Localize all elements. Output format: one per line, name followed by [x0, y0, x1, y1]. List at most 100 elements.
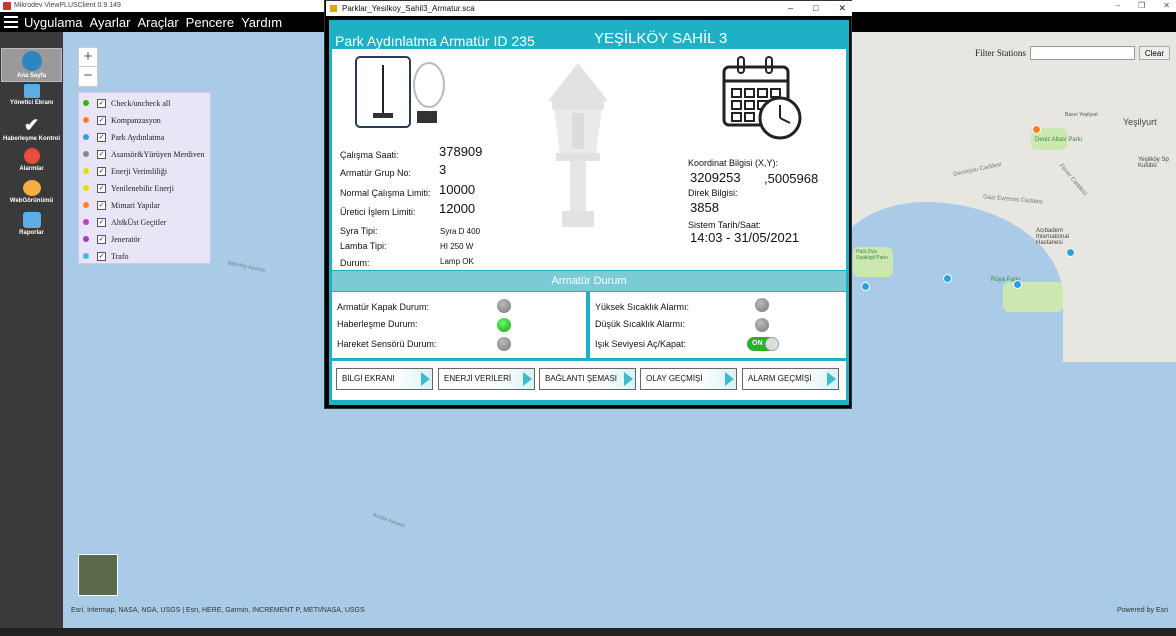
layer-item[interactable]: ✓ Yenilenebilir Enerji	[79, 180, 212, 196]
filter-label: Filter Stations	[975, 48, 1026, 58]
direk-label: Direk Bilgisi:	[688, 188, 738, 198]
enerji-verileri-button[interactable]: ENERJİ VERİLERİ	[438, 368, 535, 390]
dialog-title-bar: Parklar_Yesilkoy_Sahil3_Armatur.sca – □ …	[326, 1, 852, 16]
zoom-out-button[interactable]: −	[79, 67, 97, 86]
layer-item[interactable]: ✓ Alt&Üst Geçitler	[79, 214, 212, 230]
hamburger-menu-icon[interactable]	[4, 16, 18, 28]
map-marker-park-aydinlatma[interactable]	[861, 282, 870, 291]
isik-seviyesi-toggle[interactable]: ON	[747, 337, 779, 351]
haberlesme-durum-label: Haberleşme Durum:	[337, 319, 418, 329]
syra-tipi-label: Syra Tipi:	[340, 226, 378, 236]
layer-label: Yenilenebilir Enerji	[111, 183, 174, 193]
layer-checkbox[interactable]: ✓	[97, 217, 106, 227]
siren-icon	[23, 148, 40, 164]
layer-item[interactable]: ✓ Jeneratör	[79, 231, 212, 247]
layer-marker-icon	[83, 202, 89, 208]
globe-icon	[21, 51, 42, 71]
sidebar-label: Raporlar	[19, 230, 44, 236]
minimize-icon[interactable]: –	[1116, 0, 1120, 12]
layer-item[interactable]: ✓ Check/uncheck all	[79, 95, 212, 111]
maximize-icon[interactable]: □	[813, 1, 818, 16]
layer-checkbox[interactable]: ✓	[97, 166, 106, 176]
minimize-icon[interactable]: –	[788, 1, 793, 16]
layer-checkbox[interactable]: ✓	[97, 149, 106, 159]
layer-checkbox[interactable]: ✓	[97, 98, 106, 108]
armatur-dialog: Parklar_Yesilkoy_Sahil3_Armatur.sca – □ …	[324, 0, 852, 409]
hareket-sensoru-label: Hareket Sensörü Durum:	[337, 339, 437, 349]
menu-item-pencere[interactable]: Pencere	[186, 15, 234, 30]
dialog-body: Park Aydınlatma Armatür ID 235 YEŞİLKÖY …	[329, 20, 849, 405]
close-icon[interactable]: ✕	[838, 1, 846, 16]
zoom-control: + −	[78, 47, 98, 87]
map-marker-park-aydinlatma[interactable]	[943, 274, 952, 283]
armatur-id-title: Park Aydınlatma Armatür ID 235	[335, 33, 535, 49]
place-label: Acıbadem International Hastanesi	[1036, 228, 1070, 246]
yuksek-sicaklik-label: Yüksek Sıcaklık Alarmı:	[595, 302, 690, 312]
layer-checkbox[interactable]: ✓	[97, 234, 106, 244]
button-label: BAĞLANTI ŞEMASI	[545, 374, 618, 383]
lamp-switch-icon	[354, 55, 469, 129]
calendar-clock-icon	[720, 53, 805, 141]
layer-checkbox[interactable]: ✓	[97, 115, 106, 125]
basemap-thumbnail[interactable]	[78, 554, 118, 596]
layer-marker-icon	[83, 168, 89, 174]
layer-label: Check/uncheck all	[111, 98, 171, 108]
map-marker-park-aydinlatma[interactable]	[1013, 280, 1022, 289]
street-lamp-icon	[542, 61, 614, 231]
zoom-in-button[interactable]: +	[79, 48, 97, 67]
menu-item-uygulama[interactable]: Uygulama	[24, 15, 83, 30]
durum-value: Lamp OK	[440, 257, 474, 266]
kapak-durum-indicator	[497, 299, 511, 313]
map-marker-park-aydinlatma[interactable]	[1066, 248, 1075, 257]
lamba-tipi-label: Lamba Tipi:	[340, 241, 387, 251]
layer-checkbox[interactable]: ✓	[97, 200, 106, 210]
olay-gecmisi-button[interactable]: OLAY GEÇMİŞİ	[640, 368, 737, 390]
layer-item[interactable]: ✓ Trafo	[79, 248, 212, 264]
layer-checkbox[interactable]: ✓	[97, 132, 106, 142]
normal-limit-value: 10000	[439, 182, 476, 197]
tarih-label: Sistem Tarih/Saat:	[688, 220, 761, 230]
clear-button[interactable]: Clear	[1138, 46, 1170, 60]
layer-label: Jeneratör	[111, 234, 141, 244]
bilgi-ekrani-button[interactable]: BİLGİ EKRANI	[336, 368, 433, 390]
layer-item[interactable]: ✓ Asansör&Yürüyen Merdiven	[79, 146, 212, 162]
layer-item[interactable]: ✓ Enerji Verimliliği	[79, 163, 212, 179]
layer-item[interactable]: ✓ Kompanzasyon	[79, 112, 212, 128]
calisma-saati-value: 378909	[439, 144, 483, 159]
place-label: Yeşilyurt	[1123, 117, 1157, 127]
sidebar-item-haberlesme[interactable]: ✔ Haberleşme Kontrol	[0, 116, 63, 142]
menu-item-ayarlar[interactable]: Ayarlar	[90, 15, 131, 30]
sidebar-label: Ana Sayfa	[16, 73, 46, 79]
menu-item-araclar[interactable]: Araçlar	[137, 15, 178, 30]
menu-item-yardim[interactable]: Yardım	[241, 15, 282, 30]
layer-checkbox[interactable]: ✓	[97, 183, 106, 193]
sidebar-item-webgorunumu[interactable]: WebGörünümü	[0, 180, 63, 204]
layer-list: ✓ Check/uncheck all ✓ Kompanzasyon ✓ Park Ayd…	[78, 92, 211, 264]
layer-checkbox[interactable]: ✓	[97, 251, 106, 261]
baglanti-semasi-button[interactable]: BAĞLANTI ŞEMASI	[539, 368, 636, 390]
navigation-bar: BİLGİ EKRANI ENERJİ VERİLERİ BAĞLANTI ŞE…	[332, 361, 846, 400]
restore-icon[interactable]: ❐	[1138, 0, 1145, 12]
layer-item[interactable]: ✓ Park Aydınlatma	[79, 129, 212, 145]
close-icon[interactable]: ✕	[1163, 0, 1170, 12]
sidebar-item-raporlar[interactable]: Raporlar	[0, 212, 63, 236]
sidebar-item-yonetici[interactable]: Yönetici Ekranı	[0, 84, 63, 106]
sidebar-item-alarmlar[interactable]: Alarmlar	[0, 148, 63, 172]
sidebar-item-ana-sayfa[interactable]: Ana Sayfa	[1, 48, 62, 82]
layer-marker-icon	[83, 151, 89, 157]
map-marker-kompanzasyon[interactable]	[1032, 125, 1041, 134]
filter-stations-input[interactable]	[1029, 46, 1135, 60]
alarm-gecmisi-button[interactable]: ALARM GEÇMİŞİ	[742, 368, 839, 390]
layer-label: Alt&Üst Geçitler	[111, 217, 167, 227]
dialog-header: Park Aydınlatma Armatür ID 235 YEŞİLKÖY …	[332, 31, 846, 50]
yuksek-sicaklik-indicator	[755, 298, 769, 312]
powered-by: Powered by Esri	[1117, 607, 1168, 614]
calisma-saati-label: Çalışma Saati:	[340, 150, 399, 160]
koordinat-y-value: ,5005968	[764, 171, 819, 186]
layer-item[interactable]: ✓ Mimari Yapılar	[79, 197, 212, 213]
dusuk-sicaklik-label: Düşük Sıcaklık Alarmı:	[595, 319, 686, 329]
layer-label: Park Aydınlatma	[111, 132, 165, 142]
koordinat-x-value: 3209253	[690, 170, 741, 185]
durum-label: Durum:	[340, 258, 370, 268]
layer-label: Asansör&Yürüyen Merdiven	[111, 149, 205, 159]
